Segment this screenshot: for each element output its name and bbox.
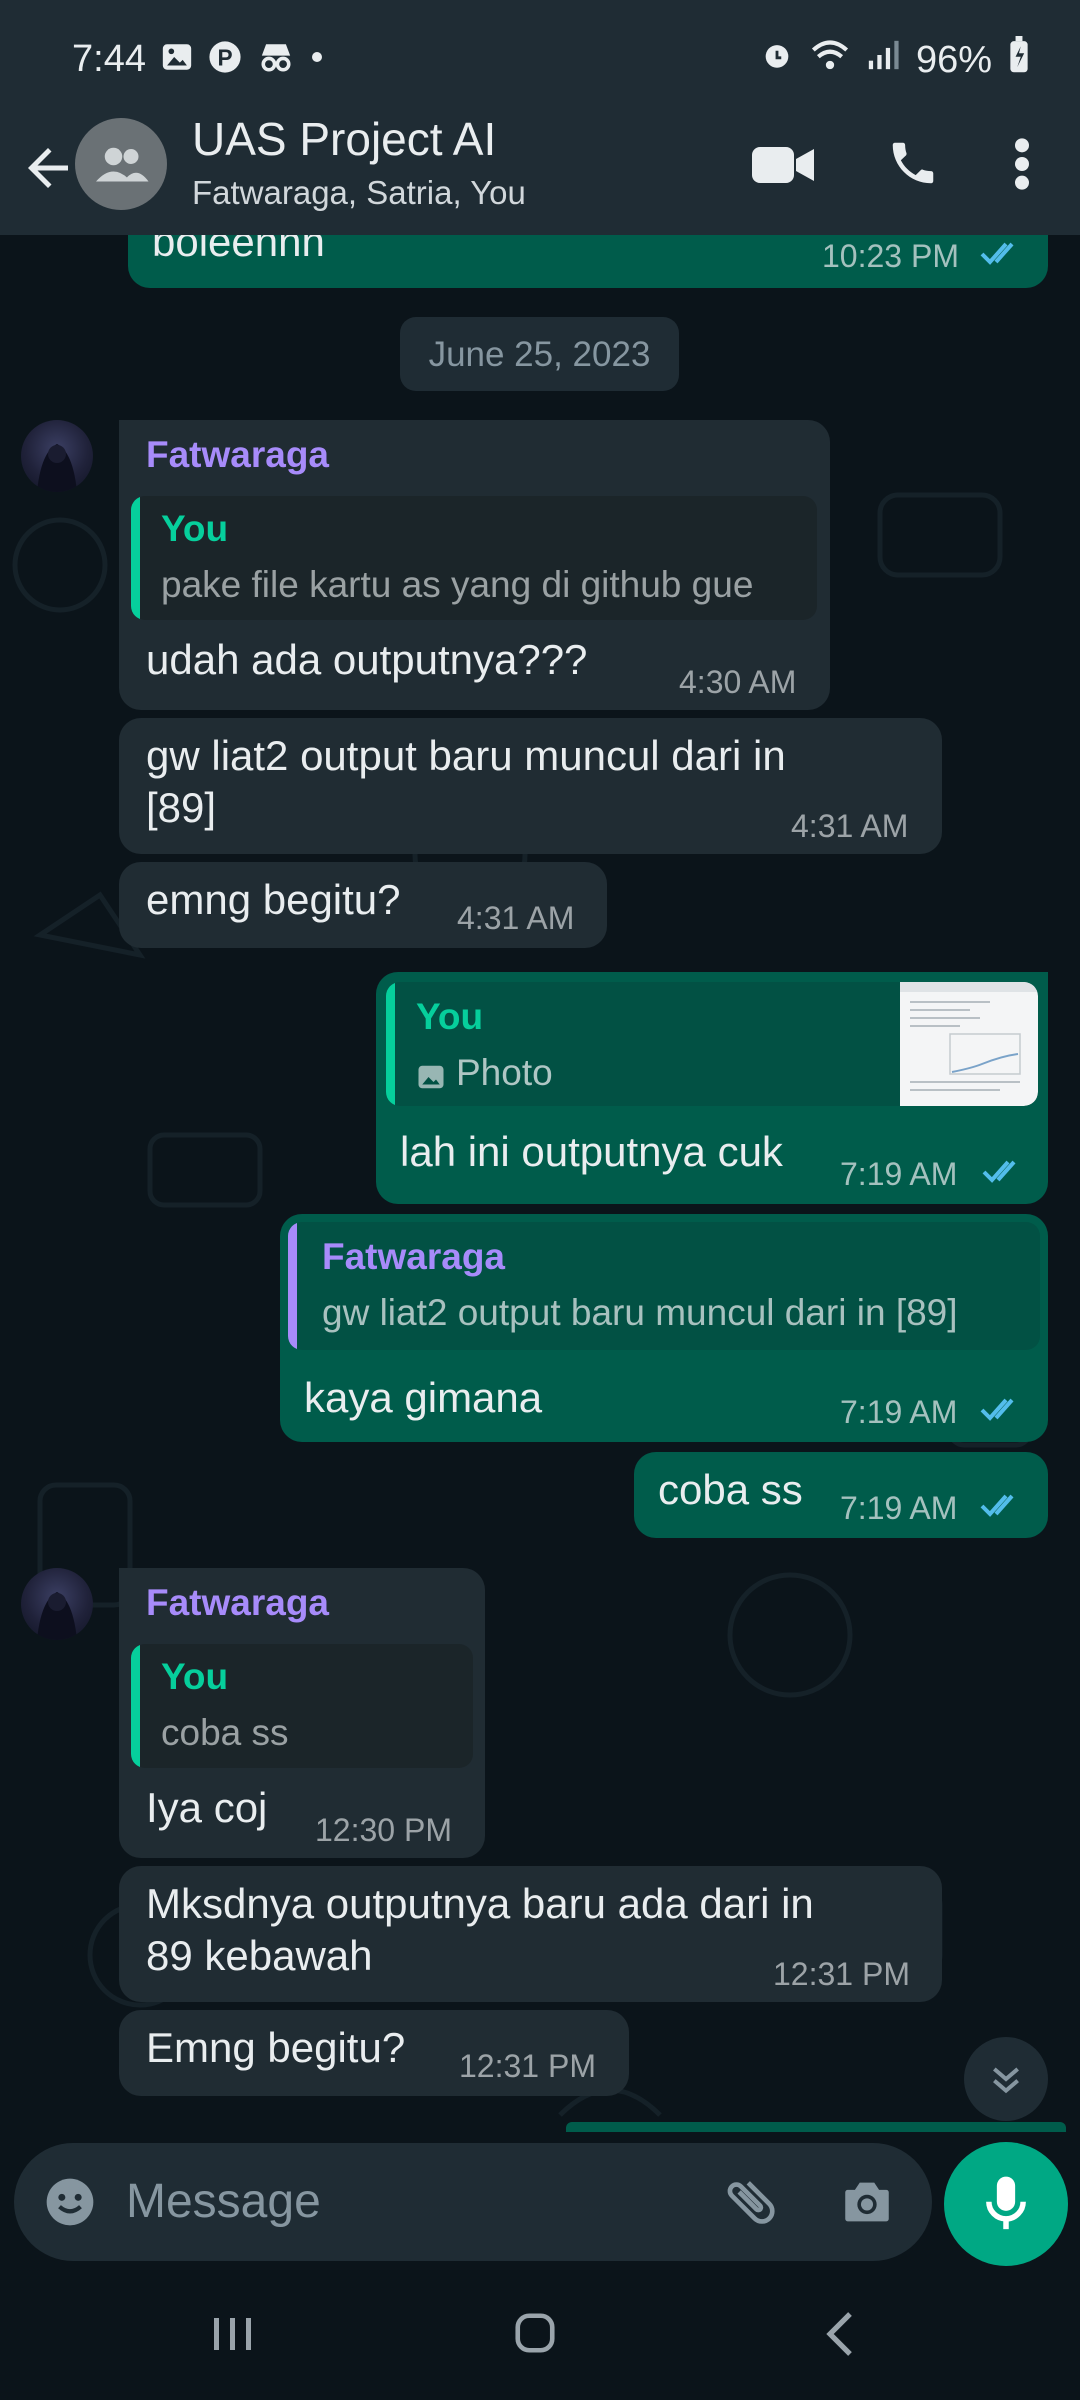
date-label: June 25, 2023 — [428, 335, 651, 374]
date-separator: June 25, 2023 — [400, 317, 679, 391]
signal-icon — [866, 38, 900, 82]
video-call-button[interactable] — [752, 142, 816, 193]
attach-icon[interactable] — [720, 2171, 782, 2238]
message-incoming[interactable]: Fatwaraga You coba ss Iya coj 12:30 PM — [119, 1568, 485, 1858]
sender-name: Fatwaraga — [146, 1582, 330, 1623]
message-composer[interactable]: Message — [14, 2143, 932, 2261]
gallery-icon — [160, 40, 194, 79]
message-text: coba ss — [658, 1466, 803, 1513]
message-incoming[interactable]: emng begitu? 4:31 AM — [119, 862, 607, 948]
quote-sender: You — [416, 996, 484, 1037]
quoted-message[interactable]: You pake file kartu as yang di github gu… — [131, 496, 817, 620]
status-system-icons: 96% — [760, 36, 1030, 84]
camera-icon[interactable] — [838, 2173, 896, 2236]
message-input[interactable]: Message — [126, 2174, 321, 2229]
pinterest-icon: P — [208, 40, 242, 79]
quoted-message[interactable]: Fatwaraga gw liat2 output baru muncul da… — [288, 1222, 1040, 1350]
alarm-icon — [760, 38, 794, 82]
scroll-down-icon — [986, 2059, 1026, 2104]
whatsapp-chat-screen: 7:44 P 96% UAS Project AI Fatwaraga, Sat… — [0, 0, 1080, 2400]
quoted-message[interactable]: You coba ss — [131, 1644, 473, 1768]
dot-icon — [310, 50, 324, 69]
message-outgoing[interactable]: coba ss 7:19 AM — [634, 1452, 1048, 1538]
read-ticks-icon — [980, 240, 1024, 273]
read-ticks-icon — [980, 1492, 1024, 1525]
message-text-line2: 89 kebawah — [146, 1932, 373, 1979]
message-outgoing[interactable]: You Photo lah ini outputnya cuk 7:19 AM — [376, 972, 1048, 1204]
message-time: 7:19 AM — [840, 1490, 958, 1526]
quote-text: pake file kartu as yang di github gue — [161, 564, 754, 605]
message-text: kaya gimana — [304, 1374, 543, 1421]
message-time: 7:19 AM — [840, 1394, 958, 1430]
message-time: 4:31 AM — [457, 900, 575, 936]
incognito-icon — [256, 40, 296, 79]
message-incoming[interactable]: Mksdnya outputnya baru ada dari in 89 ke… — [119, 1866, 942, 2002]
read-ticks-icon — [982, 1158, 1026, 1191]
battery-charging-icon — [1008, 36, 1030, 84]
message-text-line1: gw liat2 output baru muncul dari in — [146, 732, 786, 779]
message-text: udah ada outputnya??? — [146, 636, 588, 683]
recents-icon[interactable] — [210, 2314, 256, 2359]
message-text: Iya coj — [146, 1784, 268, 1831]
message-time: 4:30 AM — [679, 664, 797, 700]
voice-record-button[interactable] — [944, 2142, 1068, 2266]
chat-header-layer: UAS Project AI Fatwaraga, Satria, You — [0, 113, 1080, 235]
group-avatar-front[interactable] — [75, 118, 167, 210]
scroll-to-bottom-button[interactable] — [964, 2037, 1048, 2121]
voice-call-button[interactable] — [886, 136, 940, 195]
quote-sender: You — [161, 508, 229, 549]
message-text-line1: Mksdnya outputnya baru ada dari in — [146, 1880, 814, 1927]
overflow-menu-button[interactable] — [1010, 136, 1034, 197]
emoji-icon[interactable] — [42, 2174, 98, 2235]
quote-sender: Fatwaraga — [322, 1236, 506, 1277]
message-text: emng begitu? — [146, 876, 401, 923]
back-button[interactable] — [18, 138, 78, 203]
nav-back-icon[interactable] — [822, 2310, 858, 2363]
quote-text: coba ss — [161, 1712, 289, 1753]
message-incoming[interactable]: gw liat2 output baru muncul dari in [89]… — [119, 718, 942, 854]
quote-text: gw liat2 output baru muncul dari in [89] — [322, 1292, 958, 1333]
message-text: Emng begitu? — [146, 2024, 406, 2071]
message-time: 7:19 AM — [840, 1156, 958, 1192]
battery-level: 96% — [915, 38, 992, 81]
avatar-fatwaraga[interactable] — [21, 420, 93, 492]
sender-name: Fatwaraga — [146, 434, 330, 475]
message-outgoing-partial — [566, 2122, 1066, 2132]
message-incoming[interactable]: Emng begitu? 12:31 PM — [119, 2010, 629, 2096]
photo-icon — [416, 1062, 446, 1097]
quoted-photo-message[interactable]: You Photo — [386, 982, 1038, 1106]
mic-icon — [978, 2172, 1034, 2241]
message-incoming[interactable]: Fatwaraga You pake file kartu as yang di… — [119, 420, 830, 710]
status-time: 7:44 — [72, 38, 146, 80]
wifi-icon — [810, 38, 850, 82]
status-notification-icons: P — [160, 40, 324, 79]
svg-text:P: P — [217, 45, 232, 71]
group-icon — [96, 147, 149, 182]
message-time: 4:31 AM — [791, 808, 909, 844]
message-outgoing[interactable]: Fatwaraga gw liat2 output baru muncul da… — [280, 1214, 1048, 1442]
message-time: 12:31 PM — [459, 2048, 596, 2084]
message-text-line2: [89] — [146, 784, 217, 831]
avatar-fatwaraga[interactable] — [21, 1568, 93, 1640]
photo-thumbnail[interactable] — [900, 982, 1038, 1106]
message-text: lah ini outputnya cuk — [400, 1128, 783, 1175]
home-icon[interactable] — [512, 2310, 558, 2361]
read-ticks-icon — [980, 1396, 1024, 1429]
message-time: 12:31 PM — [773, 1956, 910, 1992]
status-bar: 7:44 P 96% — [0, 0, 1080, 118]
quote-text: Photo — [456, 1052, 553, 1093]
message-time: 12:30 PM — [315, 1812, 452, 1848]
message-time: 10:23 PM — [822, 238, 959, 274]
system-navigation-bar — [0, 2270, 1080, 2400]
chat-participants-front[interactable]: Fatwaraga, Satria, You — [192, 174, 526, 212]
chat-title-front[interactable]: UAS Project AI — [192, 112, 496, 166]
quote-sender: You — [161, 1656, 229, 1697]
